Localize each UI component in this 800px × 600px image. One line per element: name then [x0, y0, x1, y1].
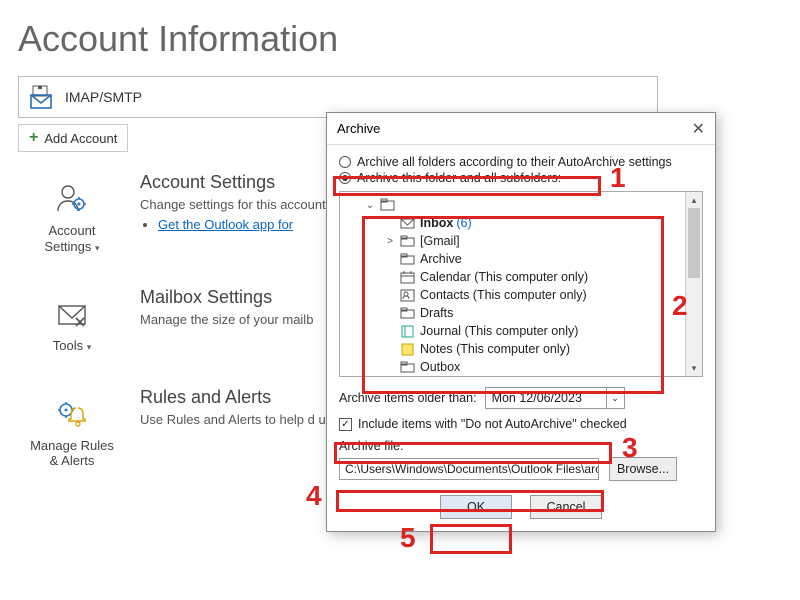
- folder-name: Outbox: [420, 360, 460, 374]
- folder-icon: [400, 360, 416, 374]
- dialog-title: Archive: [337, 121, 380, 136]
- ok-button[interactable]: OK: [440, 495, 512, 519]
- older-than-label: Archive items older than:: [339, 391, 477, 405]
- folder-name: Drafts: [420, 306, 453, 320]
- scroll-up-icon[interactable]: ▴: [686, 192, 702, 208]
- folder-item[interactable]: Journal (This computer only): [344, 322, 681, 340]
- browse-button[interactable]: Browse...: [609, 457, 677, 481]
- folder-name: Contacts (This computer only): [420, 288, 587, 302]
- include-checkbox-row[interactable]: ✓ Include items with "Do not AutoArchive…: [339, 417, 703, 431]
- close-icon[interactable]: ✕: [692, 119, 705, 139]
- radio-this-folder[interactable]: Archive this folder and all subfolders:: [339, 171, 703, 185]
- section-desc: Manage the size of your mailb: [140, 311, 313, 329]
- note-icon: [400, 342, 416, 356]
- radio-label: Archive this folder and all subfolders:: [357, 171, 561, 185]
- folder-count: (6): [456, 216, 471, 230]
- add-account-label: Add Account: [44, 131, 117, 146]
- manage-rules-tile[interactable]: Manage Rules & Alerts: [18, 387, 126, 480]
- section-heading: Account Settings: [140, 172, 326, 193]
- plus-icon: +: [29, 129, 38, 147]
- archive-file-input[interactable]: C:\Users\Windows\Documents\Outlook Files…: [339, 458, 599, 480]
- tools-tile[interactable]: Tools ▾: [18, 287, 126, 365]
- contact-icon: [400, 288, 416, 302]
- chevron-down-icon: ▾: [95, 243, 100, 253]
- folder-item[interactable]: Contacts (This computer only): [344, 286, 681, 304]
- cancel-button[interactable]: Cancel: [530, 495, 602, 519]
- account-type: IMAP/SMTP: [65, 89, 142, 105]
- folder-tree: ⌄ Inbox(6)>[Gmail]ArchiveCalendar (This …: [339, 191, 703, 377]
- tile-label: Manage Rules & Alerts: [19, 434, 125, 479]
- folder-name: Calendar (This computer only): [420, 270, 588, 284]
- chevron-down-icon[interactable]: ⌄: [606, 388, 624, 408]
- tile-label: Account Settings: [44, 223, 95, 254]
- scroll-thumb[interactable]: [688, 208, 700, 278]
- folder-item[interactable]: Inbox(6): [344, 214, 681, 232]
- cal-icon: [400, 270, 416, 284]
- folder-item[interactable]: Outbox: [344, 358, 681, 376]
- folder-name: Inbox: [420, 216, 453, 230]
- radio-icon: [339, 172, 351, 184]
- mailbox-icon: [29, 83, 57, 111]
- folder-item[interactable]: Drafts: [344, 304, 681, 322]
- archive-file-label: Archive file:: [339, 439, 703, 453]
- add-account-button[interactable]: + Add Account: [18, 124, 128, 152]
- tools-icon: [19, 294, 125, 334]
- mail-icon: [400, 216, 416, 230]
- folder-name: Journal (This computer only): [420, 324, 578, 338]
- annotation-num-4: 4: [306, 480, 322, 512]
- page-title: Account Information: [0, 0, 800, 70]
- journal-icon: [400, 324, 416, 338]
- user-gear-icon: [19, 179, 125, 219]
- folder-item[interactable]: Archive: [344, 250, 681, 268]
- tile-label: Tools: [53, 338, 83, 353]
- scrollbar[interactable]: ▴ ▾: [685, 192, 702, 376]
- get-outlook-app-link[interactable]: Get the Outlook app for: [158, 217, 293, 232]
- radio-icon: [339, 156, 351, 168]
- date-value: Mon 12/06/2023: [486, 391, 606, 405]
- chevron-down-icon: ▾: [87, 342, 92, 352]
- folder-icon: [400, 252, 416, 266]
- folder-item[interactable]: Notes (This computer only): [344, 340, 681, 358]
- radio-all-folders[interactable]: Archive all folders according to their A…: [339, 155, 703, 169]
- tree-root[interactable]: ⌄: [344, 196, 681, 214]
- folder-name: Notes (This computer only): [420, 342, 570, 356]
- checkbox-label: Include items with "Do not AutoArchive" …: [358, 417, 627, 431]
- folder-name: [Gmail]: [420, 234, 460, 248]
- date-picker[interactable]: Mon 12/06/2023 ⌄: [485, 387, 625, 409]
- section-desc: Change settings for this account Get the…: [140, 196, 326, 233]
- folder-item[interactable]: Calendar (This computer only): [344, 268, 681, 286]
- radio-label: Archive all folders according to their A…: [357, 155, 672, 169]
- folder-icon: [380, 198, 396, 212]
- account-settings-tile[interactable]: Account Settings ▾: [18, 172, 126, 265]
- folder-icon: [400, 234, 416, 248]
- archive-dialog: Archive ✕ Archive all folders according …: [326, 112, 716, 532]
- folder-item[interactable]: >[Gmail]: [344, 232, 681, 250]
- scroll-down-icon[interactable]: ▾: [686, 360, 702, 376]
- folder-name: Archive: [420, 252, 462, 266]
- folder-icon: [400, 306, 416, 320]
- section-heading: Mailbox Settings: [140, 287, 313, 308]
- checkbox-icon: ✓: [339, 418, 352, 431]
- bell-gear-icon: [19, 394, 125, 434]
